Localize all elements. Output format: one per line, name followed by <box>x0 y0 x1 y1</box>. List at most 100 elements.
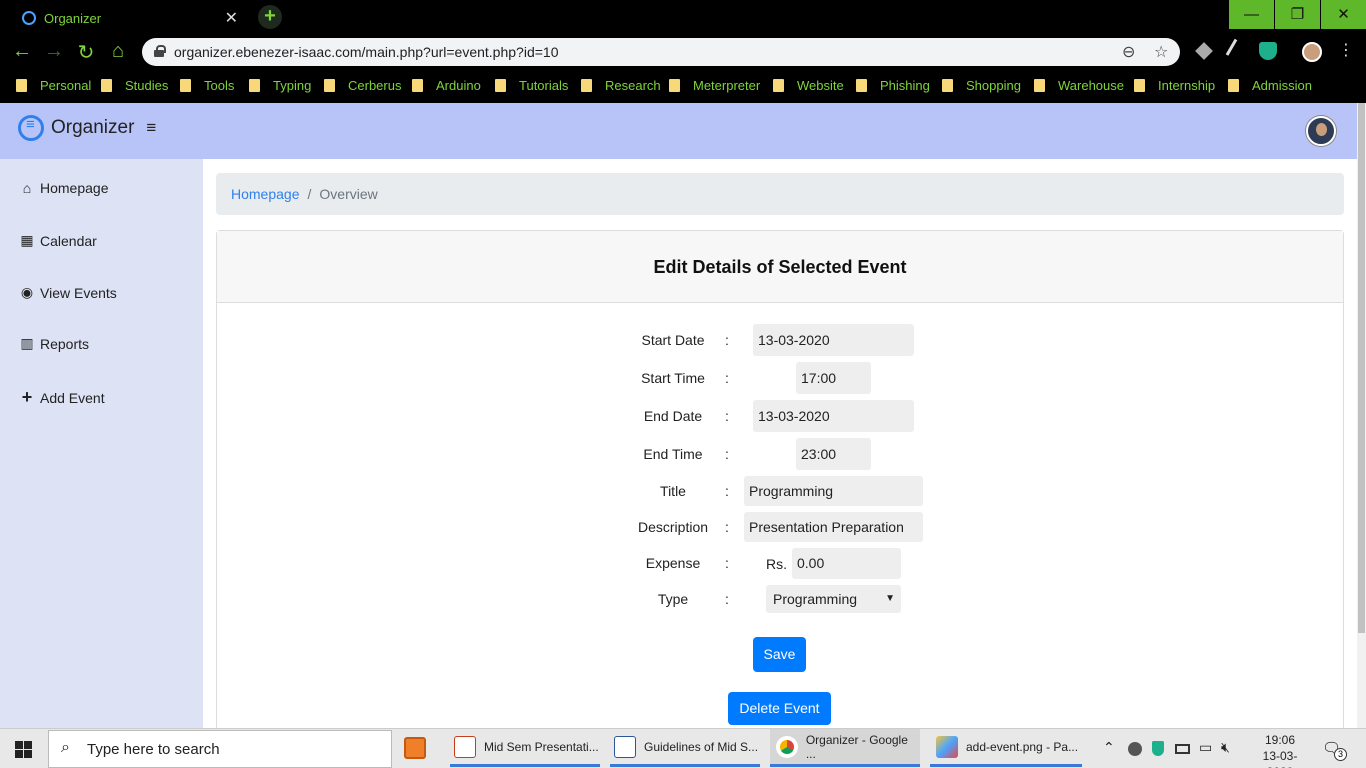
end-time-label: End Time <box>643 446 703 462</box>
end-date-input[interactable]: 13-03-2020 <box>753 400 914 432</box>
description-input[interactable]: Presentation Preparation <box>744 512 923 542</box>
sidebar-item-calendar[interactable]: ▦ Calendar <box>19 232 96 249</box>
extension-shield-icon[interactable] <box>1259 42 1277 60</box>
start-time-input[interactable]: 17:00 <box>796 362 871 394</box>
browser-menu-icon[interactable]: ⋮ <box>1338 42 1356 60</box>
forward-icon[interactable]: → <box>42 40 66 63</box>
bookmark-tools[interactable]: Tools <box>180 77 234 93</box>
tray-battery-icon[interactable] <box>1175 744 1190 754</box>
expense-input[interactable]: 0.00 <box>792 548 901 579</box>
notification-count: 3 <box>1334 748 1347 761</box>
close-window-button[interactable]: ✕ <box>1321 0 1366 29</box>
brand[interactable]: Organizer ≡ <box>18 115 156 141</box>
sidebar: ⌂ Homepage ▦ Calendar ◉ View Events ▥ Re… <box>0 159 203 728</box>
delete-event-button[interactable]: Delete Event <box>728 692 831 725</box>
bookmark-meterpreter[interactable]: Meterpreter <box>669 77 760 93</box>
minimize-button[interactable]: — <box>1229 0 1274 29</box>
tray-app-icon[interactable] <box>1128 742 1142 756</box>
taskbar-app-label: Organizer - Google ... <box>805 732 908 761</box>
tray-network-icon[interactable]: ▭ <box>1199 739 1212 756</box>
colon: : <box>725 519 729 535</box>
user-avatar[interactable] <box>1306 116 1336 146</box>
bookmark-shopping[interactable]: Shopping <box>942 77 1021 93</box>
back-icon[interactable]: ← <box>10 40 34 63</box>
address-bar[interactable]: organizer.ebenezer-isaac.com/main.php?ur… <box>142 38 1180 66</box>
taskbar-search[interactable]: ⌕ Type here to search <box>48 730 392 768</box>
close-tab-icon[interactable]: ✕ <box>225 8 238 28</box>
bookmark-label: Research <box>605 77 661 93</box>
zoom-icon[interactable]: ⊖ <box>1122 42 1135 62</box>
save-button[interactable]: Save <box>753 637 806 672</box>
xampp-icon <box>404 737 426 759</box>
taskbar-app-chrome[interactable]: Organizer - Google ... <box>770 729 920 767</box>
tray-shield-icon[interactable] <box>1152 741 1164 756</box>
bookmark-research[interactable]: Research <box>581 77 661 93</box>
scrollbar-thumb[interactable] <box>1358 103 1365 633</box>
sidebar-item-homepage[interactable]: ⌂ Homepage <box>19 180 109 196</box>
sidebar-item-add-event[interactable]: + Add Event <box>19 387 105 408</box>
title-input[interactable]: Programming <box>744 476 923 506</box>
bookmark-label: Arduino <box>436 77 481 93</box>
colon: : <box>725 408 729 424</box>
sidebar-item-view-events[interactable]: ◉ View Events <box>19 284 117 301</box>
hamburger-menu-icon[interactable]: ≡ <box>146 118 156 138</box>
sidebar-item-reports[interactable]: ▥ Reports <box>19 335 89 352</box>
tab-title: Organizer <box>44 10 102 26</box>
bookmark-internship[interactable]: Internship <box>1134 77 1215 93</box>
windows-start-icon[interactable] <box>15 741 32 758</box>
bookmark-website[interactable]: Website <box>773 77 844 93</box>
sidebar-item-label: Add Event <box>40 389 105 406</box>
tray-chevron-icon[interactable]: ⌃ <box>1103 739 1115 756</box>
card-title: Edit Details of Selected Event <box>217 231 1343 303</box>
action-center-button[interactable]: 🗨︎ 3 <box>1322 739 1347 761</box>
organizer-favicon-icon <box>22 11 36 25</box>
bookmark-phishing[interactable]: Phishing <box>856 77 930 93</box>
reload-icon[interactable]: ↻ <box>74 40 98 65</box>
start-date-input[interactable]: 13-03-2020 <box>753 324 914 356</box>
profile-avatar-icon[interactable] <box>1302 42 1322 62</box>
restore-button[interactable]: ❐ <box>1275 0 1320 29</box>
type-select[interactable]: Programming ▼ <box>766 585 901 613</box>
bookmark-label: Shopping <box>966 77 1021 93</box>
bookmark-admission[interactable]: Admission <box>1228 77 1312 93</box>
folder-icon <box>180 78 191 92</box>
bookmark-arduino[interactable]: Arduino <box>412 77 481 93</box>
bookmark-label: Cerberus <box>348 77 402 93</box>
lock-icon <box>154 45 166 57</box>
chrome-icon <box>776 735 798 758</box>
bookmark-typing[interactable]: Typing <box>249 77 311 93</box>
taskbar-app-label: Guidelines of Mid S... <box>644 739 759 754</box>
calendar-icon: ▦ <box>20 232 34 248</box>
bookmark-star-icon[interactable]: ☆ <box>1154 42 1168 62</box>
paint-icon <box>936 735 958 758</box>
taskbar-app-word[interactable]: Guidelines of Mid S... <box>610 729 760 767</box>
home-icon[interactable]: ⌂ <box>106 40 130 63</box>
taskbar-app-label: add-event.png - Pa... <box>966 739 1079 754</box>
breadcrumb-home-link[interactable]: Homepage <box>231 186 300 202</box>
bar-chart-icon: ▥ <box>20 335 34 351</box>
bookmark-tutorials[interactable]: Tutorials <box>495 77 568 93</box>
page-scrollbar[interactable] <box>1357 103 1366 728</box>
folder-icon <box>495 78 506 92</box>
extension-cube-icon[interactable] <box>1195 42 1213 60</box>
browser-tab[interactable]: Organizer ✕ <box>8 2 248 34</box>
new-tab-button[interactable]: + <box>258 5 282 29</box>
tray-volume-icon[interactable]: 🔇︎ <box>1221 739 1230 756</box>
bookmark-personal[interactable]: Personal <box>16 77 91 93</box>
folder-icon <box>1228 78 1239 92</box>
clock-date: 13-03-2020 <box>1262 749 1298 768</box>
extension-pen-icon[interactable] <box>1225 38 1251 64</box>
bookmark-studies[interactable]: Studies <box>101 77 168 93</box>
browser-tab-bar: Organizer ✕ + — ❐ ✕ <box>0 0 1366 34</box>
taskbar-app-paint[interactable]: add-event.png - Pa... <box>930 729 1082 767</box>
bookmark-label: Admission <box>1252 77 1312 93</box>
end-time-input[interactable]: 23:00 <box>796 438 871 470</box>
folder-icon <box>1034 78 1045 92</box>
bookmark-warehouse[interactable]: Warehouse <box>1034 77 1124 93</box>
colon: : <box>725 370 729 386</box>
taskbar-clock[interactable]: 19:06 13-03-2020 <box>1252 732 1308 768</box>
xampp-app[interactable] <box>404 729 434 767</box>
main-content: Homepage / Overview Edit Details of Sele… <box>203 159 1357 750</box>
bookmark-cerberus[interactable]: Cerberus <box>324 77 401 93</box>
taskbar-app-powerpoint[interactable]: Mid Sem Presentati... <box>450 729 600 767</box>
